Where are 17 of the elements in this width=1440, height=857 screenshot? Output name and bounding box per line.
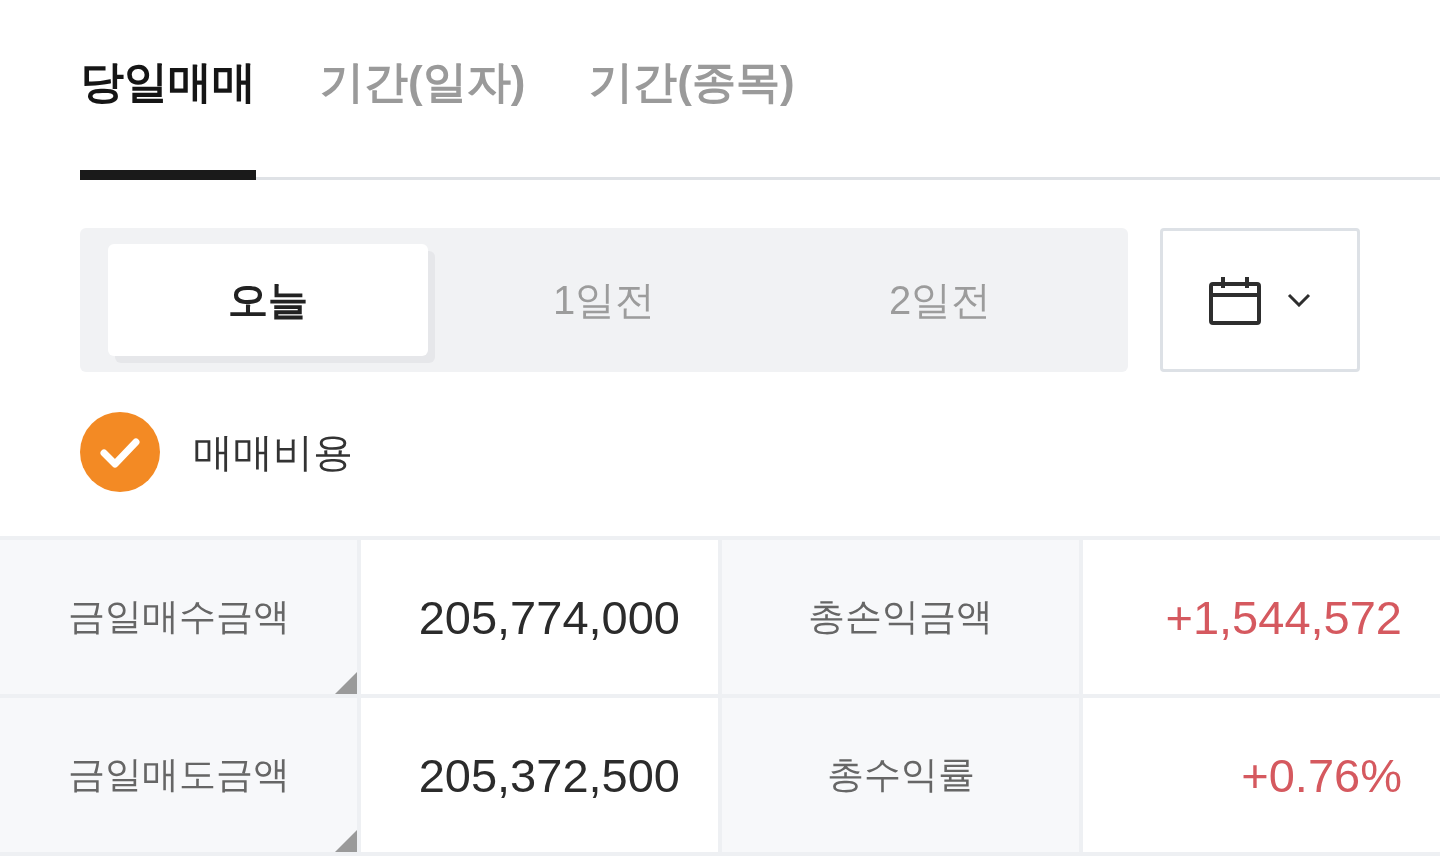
day-option[interactable]: 2일전 — [780, 244, 1100, 356]
summary-value: +0.76% — [1083, 698, 1440, 852]
tab[interactable]: 기간(일자) — [320, 50, 526, 180]
summary-value: 205,774,000 — [361, 540, 718, 694]
summary-value: 205,372,500 — [361, 698, 718, 852]
summary-value: +1,544,572 — [1083, 540, 1440, 694]
summary-label: 총수익률 — [826, 753, 975, 797]
summary-label: 총손익금액 — [808, 595, 993, 639]
tab[interactable]: 당일매매 — [80, 50, 256, 180]
day-option[interactable]: 1일전 — [444, 244, 764, 356]
trading-cost-checkbox[interactable]: 매매비용 — [80, 412, 353, 492]
summary-label: 금일매도금액 — [67, 753, 290, 797]
summary-label: 금일매수금액 — [67, 595, 290, 639]
calendar-button[interactable] — [1160, 228, 1360, 372]
chevron-down-icon — [1287, 293, 1311, 307]
tab[interactable]: 기간(종목) — [589, 50, 795, 180]
calendar-icon — [1209, 275, 1261, 325]
